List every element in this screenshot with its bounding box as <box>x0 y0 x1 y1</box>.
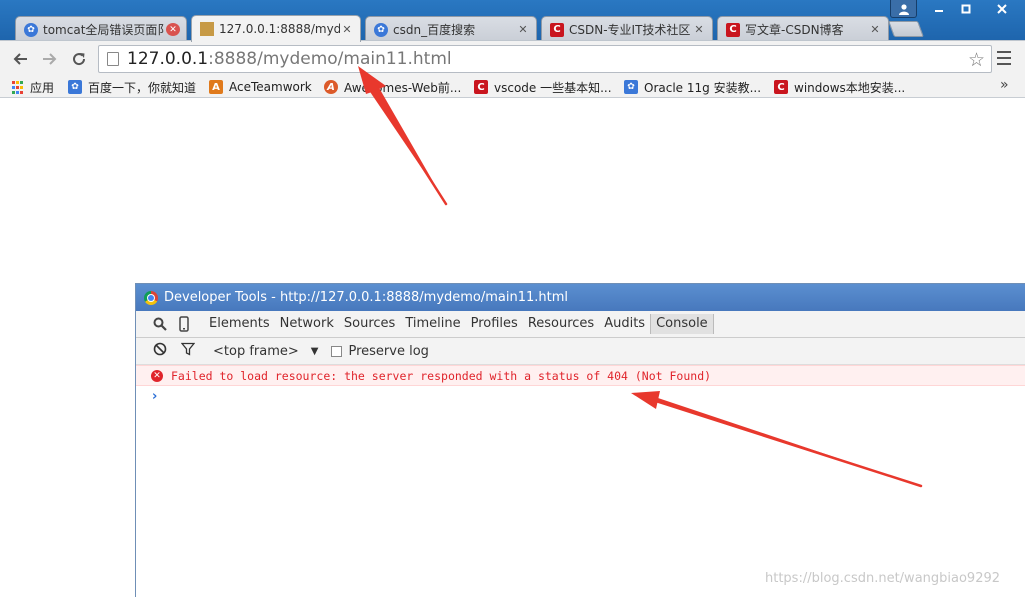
apps-icon <box>10 80 24 94</box>
bookmark-label: AceTeamwork <box>229 80 312 94</box>
close-tab-icon[interactable]: ✕ <box>692 23 706 37</box>
bookmark-item[interactable]: C windows本地安装... <box>774 79 905 95</box>
chrome-menu-icon[interactable] <box>997 51 1011 65</box>
bookmark-item[interactable]: C vscode 一些基本知... <box>474 79 612 95</box>
bookmark-label: 应用 <box>30 80 55 95</box>
tab-console[interactable]: Console <box>650 314 714 334</box>
bookmark-item[interactable]: ✿ Oracle 11g 安装教... <box>624 79 761 95</box>
bookmarks-bar: 应用 ✿ 百度一下，你就知道 A AceTeamwork A Awesomes-… <box>0 76 1025 98</box>
new-tab-button[interactable] <box>888 21 924 37</box>
tab-title: 127.0.0.1:8888/myde <box>219 22 340 36</box>
browser-tab[interactable]: ✿ tomcat全局错误页面阝 ✕ <box>15 16 187 42</box>
browser-tab-active[interactable]: 127.0.0.1:8888/myde ✕ <box>191 15 361 42</box>
tab-title: csdn_百度搜索 <box>393 23 476 37</box>
bookmark-label: windows本地安装... <box>794 80 906 95</box>
url-text: 127.0.0.1:8888/mydemo/main11.html <box>127 49 452 69</box>
console-error-message: ✕ Failed to load resource: the server re… <box>136 365 1025 386</box>
aceteamwork-icon: A <box>209 80 223 94</box>
bookmark-label: vscode 一些基本知... <box>494 80 612 95</box>
browser-tab[interactable]: C 写文章-CSDN博客 ✕ <box>717 16 889 42</box>
bookmark-star-icon[interactable]: ☆ <box>968 49 985 71</box>
bookmark-label: 百度一下，你就知道 <box>88 80 197 95</box>
preserve-log-label: Preserve log <box>348 343 429 359</box>
devtools-window: Developer Tools - http://127.0.0.1:8888/… <box>135 283 1025 597</box>
bookmark-label: Awesomes-Web前... <box>344 80 462 95</box>
close-tab-icon[interactable]: ✕ <box>340 22 354 36</box>
tab-title: tomcat全局错误页面阝 <box>43 23 166 37</box>
tab-elements[interactable]: Elements <box>204 314 275 334</box>
console-toolbar: <top frame> ▼ Preserve log <box>136 338 1025 365</box>
bookmark-apps[interactable]: 应用 <box>10 79 54 95</box>
baidu-paw-icon: ✿ <box>68 80 82 94</box>
filter-funnel-icon[interactable] <box>180 342 196 360</box>
csdn-icon: C <box>550 22 564 37</box>
tab-profiles[interactable]: Profiles <box>466 314 523 334</box>
address-bar[interactable]: 127.0.0.1:8888/mydemo/main11.html ☆ <box>98 45 992 73</box>
prompt-chevron-icon: › <box>152 388 158 404</box>
inspect-magnifier-icon[interactable] <box>150 314 170 334</box>
devtools-titlebar: Developer Tools - http://127.0.0.1:8888/… <box>136 284 1025 311</box>
dropdown-triangle-icon[interactable]: ▼ <box>311 346 319 357</box>
browser-tab[interactable]: C CSDN-专业IT技术社区 ✕ <box>541 16 713 42</box>
frame-selector[interactable]: <top frame> <box>213 344 299 359</box>
baidu-paw-icon: ✿ <box>624 80 638 94</box>
tab-network[interactable]: Network <box>275 314 339 334</box>
error-circle-icon: ✕ <box>151 369 163 382</box>
close-tab-icon[interactable]: ✕ <box>516 23 530 37</box>
bookmarks-overflow-chevron[interactable]: » <box>1000 77 1009 93</box>
chrome-logo-icon <box>144 290 158 305</box>
preserve-log-checkbox[interactable] <box>331 345 343 357</box>
device-mode-icon[interactable] <box>174 314 194 334</box>
csdn-icon: C <box>726 22 740 37</box>
tomcat-icon <box>200 22 214 36</box>
reload-icon[interactable] <box>68 48 90 70</box>
tab-audits[interactable]: Audits <box>599 314 650 334</box>
minimize-icon[interactable] <box>925 0 953 18</box>
baidu-paw-icon: ✿ <box>374 22 388 37</box>
tab-title: CSDN-专业IT技术社区 <box>569 23 691 37</box>
close-tab-icon[interactable]: ✕ <box>868 23 882 37</box>
awesomes-icon: A <box>324 80 338 94</box>
tab-timeline[interactable]: Timeline <box>400 314 465 334</box>
tab-sources[interactable]: Sources <box>339 314 400 334</box>
watermark-text: https://blog.csdn.net/wangbiao9292 <box>765 571 1001 586</box>
page-icon <box>107 52 119 66</box>
csdn-icon: C <box>474 80 488 94</box>
user-profile-icon[interactable] <box>890 0 917 18</box>
close-window-icon[interactable] <box>985 0 1019 18</box>
clear-console-icon[interactable] <box>153 342 167 360</box>
close-tab-icon[interactable]: ✕ <box>166 23 180 36</box>
bookmark-item[interactable]: ✿ 百度一下，你就知道 <box>68 79 196 95</box>
tab-strip: ✿ tomcat全局错误页面阝 ✕ 127.0.0.1:8888/myde ✕ … <box>0 0 1025 42</box>
baidu-paw-icon: ✿ <box>24 22 38 37</box>
bookmark-item[interactable]: A AceTeamwork <box>209 79 312 95</box>
maximize-icon[interactable] <box>953 0 979 18</box>
console-prompt[interactable]: › <box>136 386 1025 406</box>
tab-title: 写文章-CSDN博客 <box>745 23 844 37</box>
tab-resources[interactable]: Resources <box>523 314 599 334</box>
forward-arrow-icon[interactable] <box>39 48 61 70</box>
browser-toolbar: 127.0.0.1:8888/mydemo/main11.html ☆ <box>0 40 1025 76</box>
devtools-title: Developer Tools - http://127.0.0.1:8888/… <box>164 290 569 305</box>
bookmark-item[interactable]: A Awesomes-Web前... <box>324 79 461 95</box>
back-arrow-icon[interactable] <box>9 48 31 70</box>
csdn-icon: C <box>774 80 788 94</box>
browser-tab[interactable]: ✿ csdn_百度搜索 ✕ <box>365 16 537 42</box>
error-text: Failed to load resource: the server resp… <box>171 368 712 383</box>
bookmark-label: Oracle 11g 安装教... <box>644 80 762 95</box>
devtools-tabbar: Elements Network Sources Timeline Profil… <box>136 311 1025 338</box>
